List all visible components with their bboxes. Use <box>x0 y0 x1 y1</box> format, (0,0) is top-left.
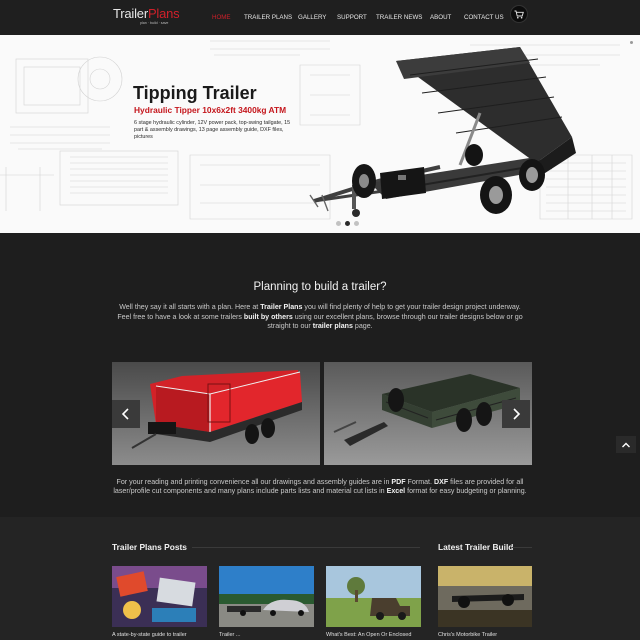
top-navigation-bar: TrailerPlans plan · build · save HOME TR… <box>0 0 640 35</box>
slider-dot[interactable] <box>354 221 359 226</box>
chevron-left-icon <box>121 408 129 420</box>
intro-paragraph: Well they say it all starts with a plan.… <box>117 303 523 331</box>
hero-description: 6 stage hydraulic cylinder, 12V power pa… <box>134 120 291 140</box>
intro-heading: Planning to build a trailer? <box>253 281 387 293</box>
post-thumb-desk[interactable] <box>112 566 207 627</box>
nav-trailer-news[interactable]: TRAILER NEWS <box>376 12 422 24</box>
chevron-up-icon <box>622 442 630 447</box>
logo-tagline: plan · build · save <box>140 21 169 25</box>
latest-build-caption[interactable]: Chris's Motorbike Trailer <box>438 632 497 638</box>
formats-note: For your reading and printing convenienc… <box>113 478 527 496</box>
trailer-plans-emphasis: Trailer Plans <box>260 303 303 311</box>
posts-heading: Trailer Plans Posts <box>112 542 187 552</box>
cart-icon <box>514 10 524 18</box>
latest-build-heading: Latest Trailer Build <box>438 542 514 552</box>
nav-trailer-plans[interactable]: TRAILER PLANS <box>244 12 292 24</box>
hero-subtitle: Hydraulic Tipper 10x6x2ft 3400kg ATM <box>134 105 287 115</box>
post-caption[interactable]: Trailer ... <box>219 632 241 638</box>
car-trailer-photo <box>219 566 314 627</box>
trailer-plans-link[interactable]: trailer plans <box>313 322 353 330</box>
motorbike-trailer-photo <box>438 566 532 627</box>
page: TrailerPlans plan · build · save HOME TR… <box>0 0 640 640</box>
chevron-right-icon <box>513 408 521 420</box>
nav-gallery[interactable]: GALLERY <box>298 12 326 24</box>
tipping-trailer-image <box>309 47 576 217</box>
post-caption[interactable]: A state-by-state guide to trailer <box>112 632 187 638</box>
gallery-item-box-trailer[interactable] <box>324 362 532 465</box>
gallery-prev-button[interactable] <box>112 400 140 428</box>
posts-divider <box>192 547 420 548</box>
post-thumb-truck[interactable] <box>326 566 421 627</box>
logo-wordmark: TrailerPlans <box>113 6 180 21</box>
nav-about[interactable]: ABOUT <box>430 12 451 24</box>
cart-button[interactable] <box>510 5 528 23</box>
post-thumb-car[interactable] <box>219 566 314 627</box>
bottom-section <box>0 517 640 640</box>
box-trailer-image <box>324 362 532 465</box>
slider-indicator <box>630 41 633 44</box>
back-to-top-button[interactable] <box>616 436 636 453</box>
post-caption[interactable]: What's Best: An Open Or Enclosed <box>326 632 411 638</box>
built-by-others-link[interactable]: built by others <box>244 313 293 321</box>
latest-divider <box>512 547 532 548</box>
enclosed-trailer-image <box>112 362 320 465</box>
nav-home[interactable]: HOME <box>212 12 231 24</box>
latest-build-thumb[interactable] <box>438 566 532 627</box>
desk-photo <box>112 566 207 627</box>
truck-photo <box>326 566 421 627</box>
slider-dot[interactable] <box>345 221 350 226</box>
hero-slider[interactable]: Tipping Trailer Hydraulic Tipper 10x6x2f… <box>0 35 640 233</box>
gallery-next-button[interactable] <box>502 400 530 428</box>
gallery-item-enclosed-trailer[interactable] <box>112 362 320 465</box>
site-logo[interactable]: TrailerPlans plan · build · save <box>113 6 183 28</box>
nav-support[interactable]: SUPPORT <box>337 12 367 24</box>
hero-title: Tipping Trailer <box>133 83 257 103</box>
nav-contact-us[interactable]: CONTACT US <box>464 12 504 24</box>
slider-dot[interactable] <box>336 221 341 226</box>
